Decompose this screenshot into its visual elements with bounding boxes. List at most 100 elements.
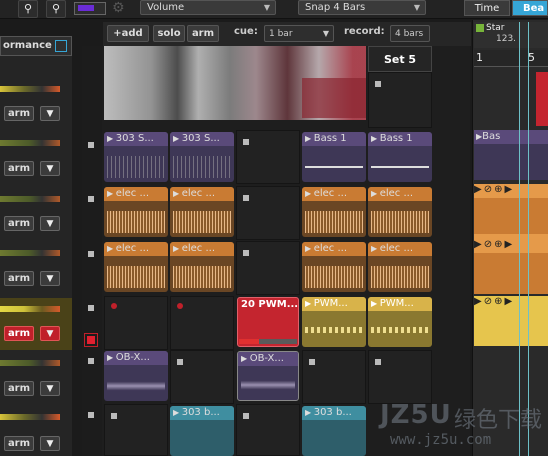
stop-icon bbox=[243, 195, 249, 201]
clip-label: elec ... bbox=[379, 243, 413, 254]
chevron-down-icon[interactable]: ▼ bbox=[40, 216, 60, 231]
record-select[interactable]: 4 bars bbox=[390, 25, 430, 42]
clip-label: PWM... bbox=[313, 298, 348, 309]
empty-clip-slot[interactable] bbox=[170, 350, 234, 404]
chevron-down-icon[interactable]: ▼ bbox=[40, 326, 60, 341]
chevron-down-icon[interactable]: ▼ bbox=[40, 381, 60, 396]
clip-303-b[interactable]: ▶ 303 b... bbox=[302, 406, 366, 456]
clip-elec[interactable]: ▶ elec ... bbox=[368, 242, 432, 292]
clip-waveform bbox=[241, 374, 295, 396]
clip-waveform bbox=[305, 327, 363, 333]
empty-clip-slot[interactable] bbox=[236, 186, 300, 240]
automation-dropdown[interactable]: Volume ▼ bbox=[140, 0, 276, 15]
cue-select[interactable]: 1 bar ▼ bbox=[264, 25, 334, 42]
track-arm-button[interactable]: arm bbox=[4, 436, 34, 451]
clip-elec[interactable]: ▶ elec ... bbox=[170, 187, 234, 237]
clip-waveform bbox=[107, 375, 165, 397]
chevron-down-icon[interactable]: ▼ bbox=[40, 271, 60, 286]
clip-elec[interactable]: ▶ elec ... bbox=[104, 242, 168, 292]
clip-pwm[interactable]: ▶ PWM... bbox=[368, 297, 432, 347]
track-arm-button[interactable]: arm bbox=[4, 381, 34, 396]
clip-waveform bbox=[173, 211, 231, 233]
empty-clip-slot[interactable] bbox=[104, 404, 168, 456]
clip-elec[interactable]: ▶ elec ... bbox=[302, 242, 366, 292]
record-progress bbox=[239, 339, 297, 344]
track-arm-button[interactable]: arm bbox=[4, 216, 34, 231]
chevron-down-icon: ▼ bbox=[263, 3, 270, 12]
empty-clip-slot[interactable] bbox=[236, 404, 300, 456]
performance-button[interactable]: ormance bbox=[0, 36, 72, 56]
record-slot[interactable] bbox=[104, 296, 168, 350]
key-map-icon[interactable]: ⚲ bbox=[18, 0, 38, 18]
empty-clip-slot[interactable] bbox=[236, 241, 300, 295]
track-arm-button[interactable]: arm bbox=[4, 271, 34, 286]
stop-icon bbox=[177, 359, 183, 365]
arrangement-clip-elec[interactable]: ▶⊘⊕▶ ▶⊘⊕▶ bbox=[474, 184, 548, 294]
clip-elec[interactable]: ▶ elec ... bbox=[104, 187, 168, 237]
clip-303[interactable]: ▶ 303 S... bbox=[170, 132, 234, 182]
stop-icon bbox=[243, 250, 249, 256]
blurred-clip bbox=[302, 78, 366, 118]
record-icon bbox=[111, 303, 117, 309]
clip-bass-1[interactable]: ▶ Bass 1 bbox=[368, 132, 432, 182]
stop-icon bbox=[309, 359, 315, 365]
clip-pwm-recording[interactable]: 20 PWM... bbox=[237, 297, 299, 347]
track-arm-button[interactable]: arm bbox=[4, 106, 34, 121]
warp-icons: ▶⊘⊕▶ bbox=[474, 184, 548, 198]
clip-elec[interactable]: ▶ elec ... bbox=[170, 242, 234, 292]
stop-icon bbox=[88, 251, 94, 257]
clip-ob-x[interactable]: ▶ OB-X... bbox=[104, 351, 168, 401]
clip-label: Bass 1 bbox=[313, 133, 347, 144]
arm-button[interactable]: arm bbox=[187, 25, 219, 42]
clip-label: Bass 1 bbox=[379, 133, 413, 144]
clip-elec[interactable]: ▶ elec ... bbox=[302, 187, 366, 237]
arrangement-clip-bass[interactable]: ▶Bas bbox=[474, 130, 548, 180]
solo-button[interactable]: solo bbox=[153, 25, 185, 42]
clip-elec[interactable]: ▶ elec ... bbox=[368, 187, 432, 237]
stop-icon bbox=[111, 413, 117, 419]
clip-waveform bbox=[107, 156, 165, 178]
chevron-down-icon: ▼ bbox=[413, 3, 420, 12]
flag-icon bbox=[476, 24, 484, 32]
empty-clip-slot[interactable] bbox=[368, 350, 432, 404]
clip-ob-x[interactable]: ▶ OB-X... bbox=[237, 351, 299, 401]
chevron-down-icon[interactable]: ▼ bbox=[40, 106, 60, 121]
timeline-ruler[interactable]: 1 5 bbox=[474, 50, 548, 67]
clip-303-b[interactable]: ▶ 303 b... bbox=[170, 406, 234, 456]
clip-waveform bbox=[371, 156, 429, 178]
beats-button[interactable]: Bea bbox=[512, 0, 548, 16]
gear-icon[interactable]: ⚙ bbox=[112, 0, 128, 16]
track-arm-button[interactable]: arm bbox=[4, 161, 34, 176]
clip-label: elec ... bbox=[313, 188, 347, 199]
chevron-down-icon: ▼ bbox=[322, 29, 329, 38]
clip-waveform bbox=[173, 266, 231, 288]
record-stop-button[interactable] bbox=[84, 333, 98, 347]
clip-label: PWM... bbox=[379, 298, 414, 309]
record-slot[interactable] bbox=[170, 296, 234, 350]
chevron-down-icon[interactable]: ▼ bbox=[40, 436, 60, 451]
track-meter bbox=[0, 140, 60, 146]
time-button[interactable]: Time bbox=[464, 0, 510, 16]
ruler-label: 5 bbox=[528, 51, 535, 64]
scene-header-set-5[interactable]: Set 5 bbox=[368, 46, 432, 72]
arrangement-clip-pwm[interactable]: ▶⊘⊕▶ bbox=[474, 296, 548, 346]
empty-clip-slot[interactable] bbox=[302, 350, 366, 404]
clip-label: elec ... bbox=[115, 243, 149, 254]
clip-bass-1[interactable]: ▶ Bass 1 bbox=[302, 132, 366, 182]
track-arm-button[interactable]: arm bbox=[4, 326, 34, 341]
clip-label: elec ... bbox=[115, 188, 149, 199]
arrangement-clip-red[interactable] bbox=[536, 72, 548, 126]
empty-clip-slot[interactable] bbox=[368, 72, 432, 128]
clip-label: OB-X... bbox=[115, 352, 150, 363]
clip-303[interactable]: ▶ 303 S... bbox=[104, 132, 168, 182]
empty-clip-slot[interactable] bbox=[236, 130, 300, 184]
midi-map-icon[interactable]: ⚲ bbox=[46, 0, 66, 18]
add-scene-button[interactable]: +add bbox=[107, 25, 149, 42]
cue-select-value: 1 bar bbox=[269, 29, 293, 39]
chevron-down-icon[interactable]: ▼ bbox=[40, 161, 60, 176]
stop-icon bbox=[88, 305, 94, 311]
clip-label: elec ... bbox=[181, 243, 215, 254]
clip-pwm[interactable]: ▶ PWM... bbox=[302, 297, 366, 347]
snap-dropdown-label: Snap 4 Bars bbox=[305, 2, 366, 13]
snap-dropdown[interactable]: Snap 4 Bars ▼ bbox=[298, 0, 426, 15]
